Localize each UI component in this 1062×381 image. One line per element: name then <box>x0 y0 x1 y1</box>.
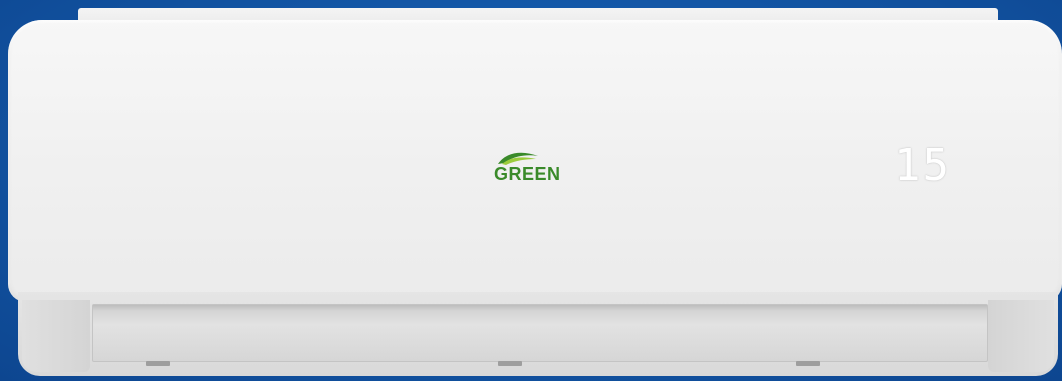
air-louver <box>92 304 988 362</box>
louver-clip <box>498 361 522 366</box>
air-conditioner-unit: GREEN 15 <box>0 0 1062 381</box>
brand-logo-text: GREEN <box>494 164 561 184</box>
left-side-cap <box>22 300 90 372</box>
right-side-cap <box>988 300 1054 372</box>
louver-clip <box>796 361 820 366</box>
louver-edge <box>93 305 987 311</box>
brand-logo: GREEN <box>494 150 574 186</box>
temperature-display: 15 <box>894 140 951 191</box>
louver-clip <box>146 361 170 366</box>
